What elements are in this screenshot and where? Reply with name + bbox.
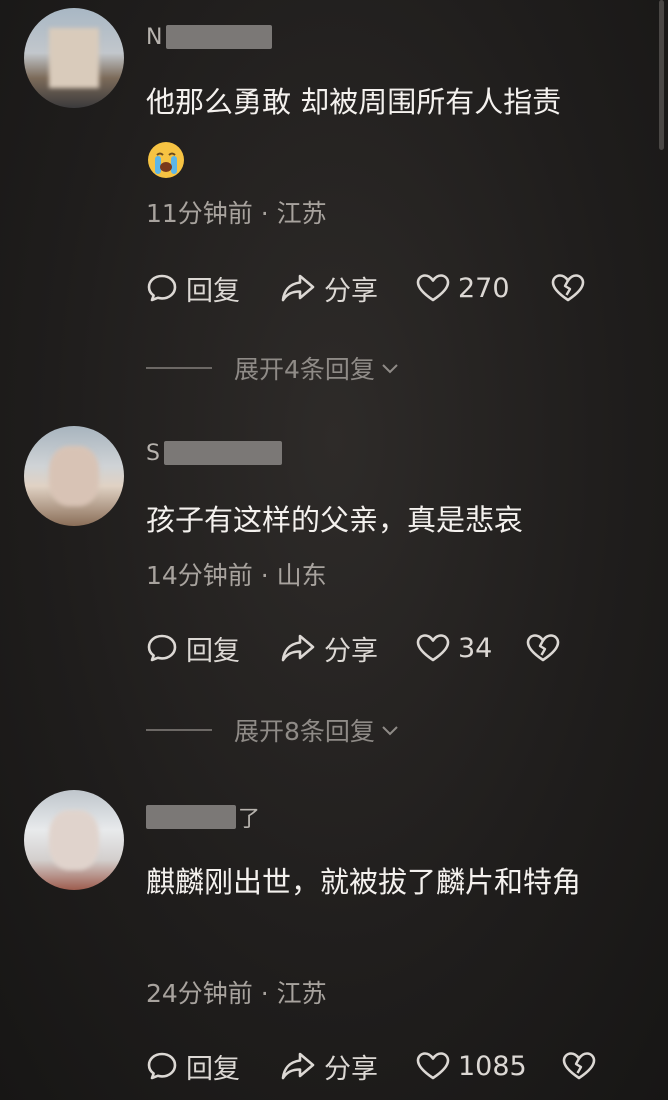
dislike-button[interactable]	[551, 273, 585, 303]
speech-bubble-icon	[147, 274, 177, 302]
comment-text: 孩子有这样的父亲，真是悲哀	[146, 492, 626, 548]
like-button[interactable]: 34	[416, 633, 526, 664]
like-count: 34	[458, 632, 493, 664]
scrollbar[interactable]	[659, 0, 664, 150]
avatar[interactable]	[24, 426, 124, 526]
comment-actions: 回复 分享 270	[146, 268, 606, 308]
comment-actions: 回复 分享 1085	[146, 1046, 606, 1086]
chevron-down-icon	[382, 726, 398, 736]
comment-text-content: 孩子有这样的父亲，真是悲哀	[146, 503, 524, 537]
share-label: 分享	[324, 635, 378, 667]
divider-line	[146, 367, 212, 369]
share-label: 分享	[324, 275, 378, 307]
speech-bubble-icon	[147, 1052, 177, 1080]
username[interactable]: 了	[238, 801, 260, 833]
comment-meta: 14分钟前 · 山东	[146, 561, 327, 590]
heart-icon	[416, 634, 450, 662]
broken-heart-icon	[526, 634, 560, 662]
comment-text-content: 麒麟刚出世，就被拔了麟片和特角	[146, 865, 582, 899]
share-button[interactable]: 分享	[280, 629, 416, 668]
loudly-crying-face-icon	[148, 142, 184, 178]
share-button[interactable]: 分享	[280, 1047, 416, 1086]
comment-meta: 11分钟前 · 江苏	[146, 199, 327, 228]
comment-meta: 24分钟前 · 江苏	[146, 979, 327, 1008]
chevron-down-icon	[382, 364, 398, 374]
share-arrow-icon	[281, 634, 315, 662]
username-mosaic	[166, 25, 273, 49]
share-arrow-icon	[281, 1052, 315, 1080]
reply-label: 回复	[186, 275, 240, 307]
like-count: 270	[458, 272, 510, 304]
broken-heart-icon	[551, 274, 585, 302]
share-button[interactable]: 分享	[280, 269, 416, 308]
broken-heart-icon	[562, 1052, 596, 1080]
like-button[interactable]: 270	[416, 273, 551, 304]
like-button[interactable]: 1085	[416, 1051, 562, 1082]
avatar-mosaic	[49, 810, 99, 870]
divider-line	[146, 729, 212, 731]
username[interactable]: S	[146, 441, 160, 466]
dislike-button[interactable]	[562, 1051, 596, 1081]
comment-text: 他那么勇敢 却被周围所有人指责	[146, 74, 626, 186]
username-row[interactable]: N	[146, 22, 273, 52]
avatar-mosaic	[49, 28, 99, 88]
comment-text: 麒麟刚出世，就被拔了麟片和特角	[146, 854, 616, 910]
like-count: 1085	[458, 1050, 527, 1082]
share-arrow-icon	[281, 274, 315, 302]
share-label: 分享	[324, 1053, 378, 1085]
heart-icon	[416, 274, 450, 302]
dislike-button[interactable]	[526, 633, 560, 663]
comment-actions: 回复 分享 34	[146, 628, 606, 668]
username-row[interactable]: 了	[146, 802, 260, 832]
comment-text-content: 他那么勇敢 却被周围所有人指责	[146, 85, 562, 119]
speech-bubble-icon	[147, 634, 177, 662]
reply-button[interactable]: 回复	[146, 1047, 280, 1086]
username-mosaic	[146, 805, 236, 829]
expand-replies-button[interactable]: 展开4条回复	[146, 351, 401, 385]
username-mosaic	[163, 441, 282, 465]
avatar[interactable]	[24, 790, 124, 890]
reply-button[interactable]: 回复	[146, 269, 280, 308]
reply-label: 回复	[186, 1053, 240, 1085]
expand-replies-button[interactable]: 展开8条回复	[146, 713, 401, 747]
heart-icon	[416, 1052, 450, 1080]
reply-button[interactable]: 回复	[146, 629, 280, 668]
expand-replies-label: 展开4条回复	[234, 355, 375, 384]
avatar[interactable]	[24, 8, 124, 108]
reply-label: 回复	[186, 635, 240, 667]
avatar-mosaic	[49, 446, 99, 506]
username[interactable]: N	[146, 25, 162, 50]
expand-replies-label: 展开8条回复	[234, 717, 375, 746]
username-row[interactable]: S	[146, 438, 282, 468]
